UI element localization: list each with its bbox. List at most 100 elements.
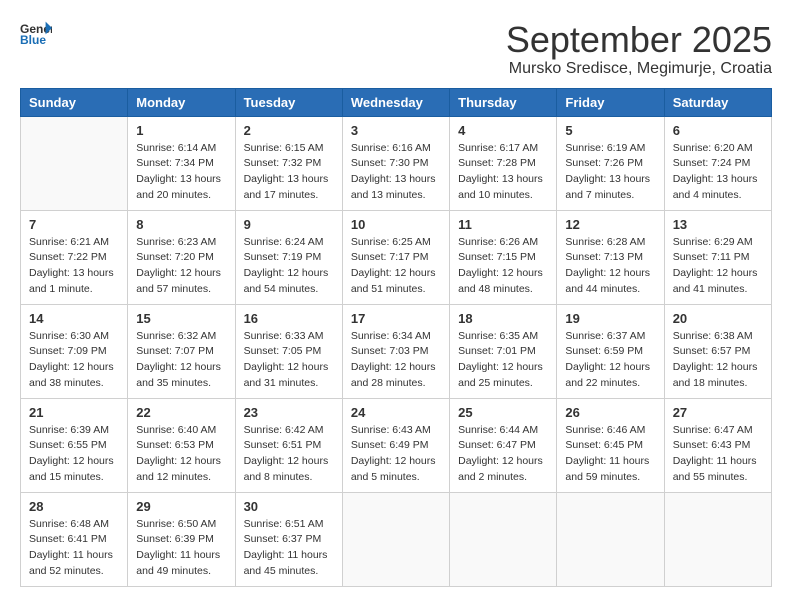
main-title: September 2025 xyxy=(506,20,772,60)
weekday-header-tuesday: Tuesday xyxy=(235,88,342,116)
calendar-cell: 23Sunrise: 6:42 AM Sunset: 6:51 PM Dayli… xyxy=(235,398,342,492)
day-number: 1 xyxy=(136,123,226,138)
calendar-cell: 1 Sunrise: 6:14 AM Sunset: 7:34 PM Daylig… xyxy=(128,116,235,210)
day-info: Sunrise: 6:26 AM Sunset: 7:15 PM Dayligh… xyxy=(458,235,548,298)
day-number: 13 xyxy=(673,217,763,232)
day-number: 29 xyxy=(136,499,226,514)
day-info: Sunrise: 6:38 AM Sunset: 6:57 PM Dayligh… xyxy=(673,329,763,392)
day-number: 26 xyxy=(565,405,655,420)
day-info: Sunrise: 6:42 AM Sunset: 6:51 PM Dayligh… xyxy=(244,423,334,486)
day-info: Sunrise: 6:20 AM Sunset: 7:24 PM Dayligh… xyxy=(673,141,763,204)
calendar-cell: 17 Sunrise: 6:34 AM Sunset: 7:03 PM Dayli… xyxy=(342,304,449,398)
week-row-5: 28 Sunrise: 6:48 AM Sunset: 6:41 PM Dayli… xyxy=(21,492,772,586)
day-number: 5 xyxy=(565,123,655,138)
calendar-cell xyxy=(557,492,664,586)
calendar-table: SundayMondayTuesdayWednesdayThursdayFrid… xyxy=(20,88,772,587)
day-info: Sunrise: 6:30 AM Sunset: 7:09 PM Dayligh… xyxy=(29,329,119,392)
page-header: General Blue September 2025 Mursko Sredi… xyxy=(20,20,772,78)
calendar-cell: 5 Sunrise: 6:19 AM Sunset: 7:26 PM Daylig… xyxy=(557,116,664,210)
calendar-cell: 14 Sunrise: 6:30 AM Sunset: 7:09 PM Dayli… xyxy=(21,304,128,398)
day-info: Sunrise: 6:23 AM Sunset: 7:20 PM Dayligh… xyxy=(136,235,226,298)
weekday-header-sunday: Sunday xyxy=(21,88,128,116)
week-row-4: 21 Sunrise: 6:39 AM Sunset: 6:55 PM Dayli… xyxy=(21,398,772,492)
calendar-cell: 19 Sunrise: 6:37 AM Sunset: 6:59 PM Dayli… xyxy=(557,304,664,398)
subtitle: Mursko Sredisce, Megimurje, Croatia xyxy=(506,60,772,78)
week-row-3: 14 Sunrise: 6:30 AM Sunset: 7:09 PM Dayli… xyxy=(21,304,772,398)
calendar-cell: 18 Sunrise: 6:35 AM Sunset: 7:01 PM Dayli… xyxy=(450,304,557,398)
calendar-cell xyxy=(21,116,128,210)
calendar-cell: 24 Sunrise: 6:43 AM Sunset: 6:49 PM Dayli… xyxy=(342,398,449,492)
day-number: 17 xyxy=(351,311,441,326)
calendar-cell: 6Sunrise: 6:20 AM Sunset: 7:24 PM Daylig… xyxy=(664,116,771,210)
day-number: 3 xyxy=(351,123,441,138)
calendar-cell: 21 Sunrise: 6:39 AM Sunset: 6:55 PM Dayli… xyxy=(21,398,128,492)
day-info: Sunrise: 6:39 AM Sunset: 6:55 PM Dayligh… xyxy=(29,423,119,486)
day-number: 27 xyxy=(673,405,763,420)
calendar-cell: 28 Sunrise: 6:48 AM Sunset: 6:41 PM Dayli… xyxy=(21,492,128,586)
logo-icon: General Blue xyxy=(20,20,52,48)
day-info: Sunrise: 6:17 AM Sunset: 7:28 PM Dayligh… xyxy=(458,141,548,204)
calendar-cell: 15 Sunrise: 6:32 AM Sunset: 7:07 PM Dayli… xyxy=(128,304,235,398)
calendar-cell: 30 Sunrise: 6:51 AM Sunset: 6:37 PM Dayli… xyxy=(235,492,342,586)
day-number: 21 xyxy=(29,405,119,420)
week-row-2: 7Sunrise: 6:21 AM Sunset: 7:22 PM Daylig… xyxy=(21,210,772,304)
day-number: 30 xyxy=(244,499,334,514)
day-number: 25 xyxy=(458,405,548,420)
day-info: Sunrise: 6:47 AM Sunset: 6:43 PM Dayligh… xyxy=(673,423,763,486)
day-info: Sunrise: 6:33 AM Sunset: 7:05 PM Dayligh… xyxy=(244,329,334,392)
week-row-1: 1 Sunrise: 6:14 AM Sunset: 7:34 PM Daylig… xyxy=(21,116,772,210)
calendar-cell: 25 Sunrise: 6:44 AM Sunset: 6:47 PM Dayli… xyxy=(450,398,557,492)
day-info: Sunrise: 6:43 AM Sunset: 6:49 PM Dayligh… xyxy=(351,423,441,486)
day-number: 19 xyxy=(565,311,655,326)
day-info: Sunrise: 6:14 AM Sunset: 7:34 PM Dayligh… xyxy=(136,141,226,204)
weekday-header-saturday: Saturday xyxy=(664,88,771,116)
day-number: 8 xyxy=(136,217,226,232)
weekday-header-monday: Monday xyxy=(128,88,235,116)
calendar-cell xyxy=(450,492,557,586)
calendar-cell: 22 Sunrise: 6:40 AM Sunset: 6:53 PM Dayli… xyxy=(128,398,235,492)
day-number: 20 xyxy=(673,311,763,326)
calendar-cell: 10 Sunrise: 6:25 AM Sunset: 7:17 PM Dayli… xyxy=(342,210,449,304)
day-number: 2 xyxy=(244,123,334,138)
day-number: 7 xyxy=(29,217,119,232)
calendar-cell: 16 Sunrise: 6:33 AM Sunset: 7:05 PM Dayli… xyxy=(235,304,342,398)
day-number: 15 xyxy=(136,311,226,326)
calendar-cell: 27 Sunrise: 6:47 AM Sunset: 6:43 PM Dayli… xyxy=(664,398,771,492)
day-info: Sunrise: 6:34 AM Sunset: 7:03 PM Dayligh… xyxy=(351,329,441,392)
day-number: 16 xyxy=(244,311,334,326)
calendar-cell: 11Sunrise: 6:26 AM Sunset: 7:15 PM Dayli… xyxy=(450,210,557,304)
day-info: Sunrise: 6:35 AM Sunset: 7:01 PM Dayligh… xyxy=(458,329,548,392)
day-number: 28 xyxy=(29,499,119,514)
day-number: 10 xyxy=(351,217,441,232)
day-info: Sunrise: 6:40 AM Sunset: 6:53 PM Dayligh… xyxy=(136,423,226,486)
title-block: September 2025 Mursko Sredisce, Megimurj… xyxy=(506,20,772,78)
day-info: Sunrise: 6:19 AM Sunset: 7:26 PM Dayligh… xyxy=(565,141,655,204)
day-info: Sunrise: 6:51 AM Sunset: 6:37 PM Dayligh… xyxy=(244,517,334,580)
day-number: 12 xyxy=(565,217,655,232)
day-info: Sunrise: 6:29 AM Sunset: 7:11 PM Dayligh… xyxy=(673,235,763,298)
day-info: Sunrise: 6:16 AM Sunset: 7:30 PM Dayligh… xyxy=(351,141,441,204)
calendar-cell xyxy=(342,492,449,586)
calendar-cell: 12Sunrise: 6:28 AM Sunset: 7:13 PM Dayli… xyxy=(557,210,664,304)
day-info: Sunrise: 6:25 AM Sunset: 7:17 PM Dayligh… xyxy=(351,235,441,298)
day-info: Sunrise: 6:15 AM Sunset: 7:32 PM Dayligh… xyxy=(244,141,334,204)
weekday-header-friday: Friday xyxy=(557,88,664,116)
day-number: 24 xyxy=(351,405,441,420)
weekday-header-row: SundayMondayTuesdayWednesdayThursdayFrid… xyxy=(21,88,772,116)
calendar-cell: 7Sunrise: 6:21 AM Sunset: 7:22 PM Daylig… xyxy=(21,210,128,304)
day-info: Sunrise: 6:44 AM Sunset: 6:47 PM Dayligh… xyxy=(458,423,548,486)
day-number: 14 xyxy=(29,311,119,326)
day-info: Sunrise: 6:50 AM Sunset: 6:39 PM Dayligh… xyxy=(136,517,226,580)
calendar-cell: 20 Sunrise: 6:38 AM Sunset: 6:57 PM Dayli… xyxy=(664,304,771,398)
day-info: Sunrise: 6:37 AM Sunset: 6:59 PM Dayligh… xyxy=(565,329,655,392)
day-number: 22 xyxy=(136,405,226,420)
calendar-cell: 29 Sunrise: 6:50 AM Sunset: 6:39 PM Dayli… xyxy=(128,492,235,586)
calendar-cell xyxy=(664,492,771,586)
day-number: 18 xyxy=(458,311,548,326)
day-info: Sunrise: 6:48 AM Sunset: 6:41 PM Dayligh… xyxy=(29,517,119,580)
calendar-cell: 8 Sunrise: 6:23 AM Sunset: 7:20 PM Daylig… xyxy=(128,210,235,304)
calendar-cell: 9Sunrise: 6:24 AM Sunset: 7:19 PM Daylig… xyxy=(235,210,342,304)
day-info: Sunrise: 6:32 AM Sunset: 7:07 PM Dayligh… xyxy=(136,329,226,392)
day-info: Sunrise: 6:46 AM Sunset: 6:45 PM Dayligh… xyxy=(565,423,655,486)
weekday-header-wednesday: Wednesday xyxy=(342,88,449,116)
